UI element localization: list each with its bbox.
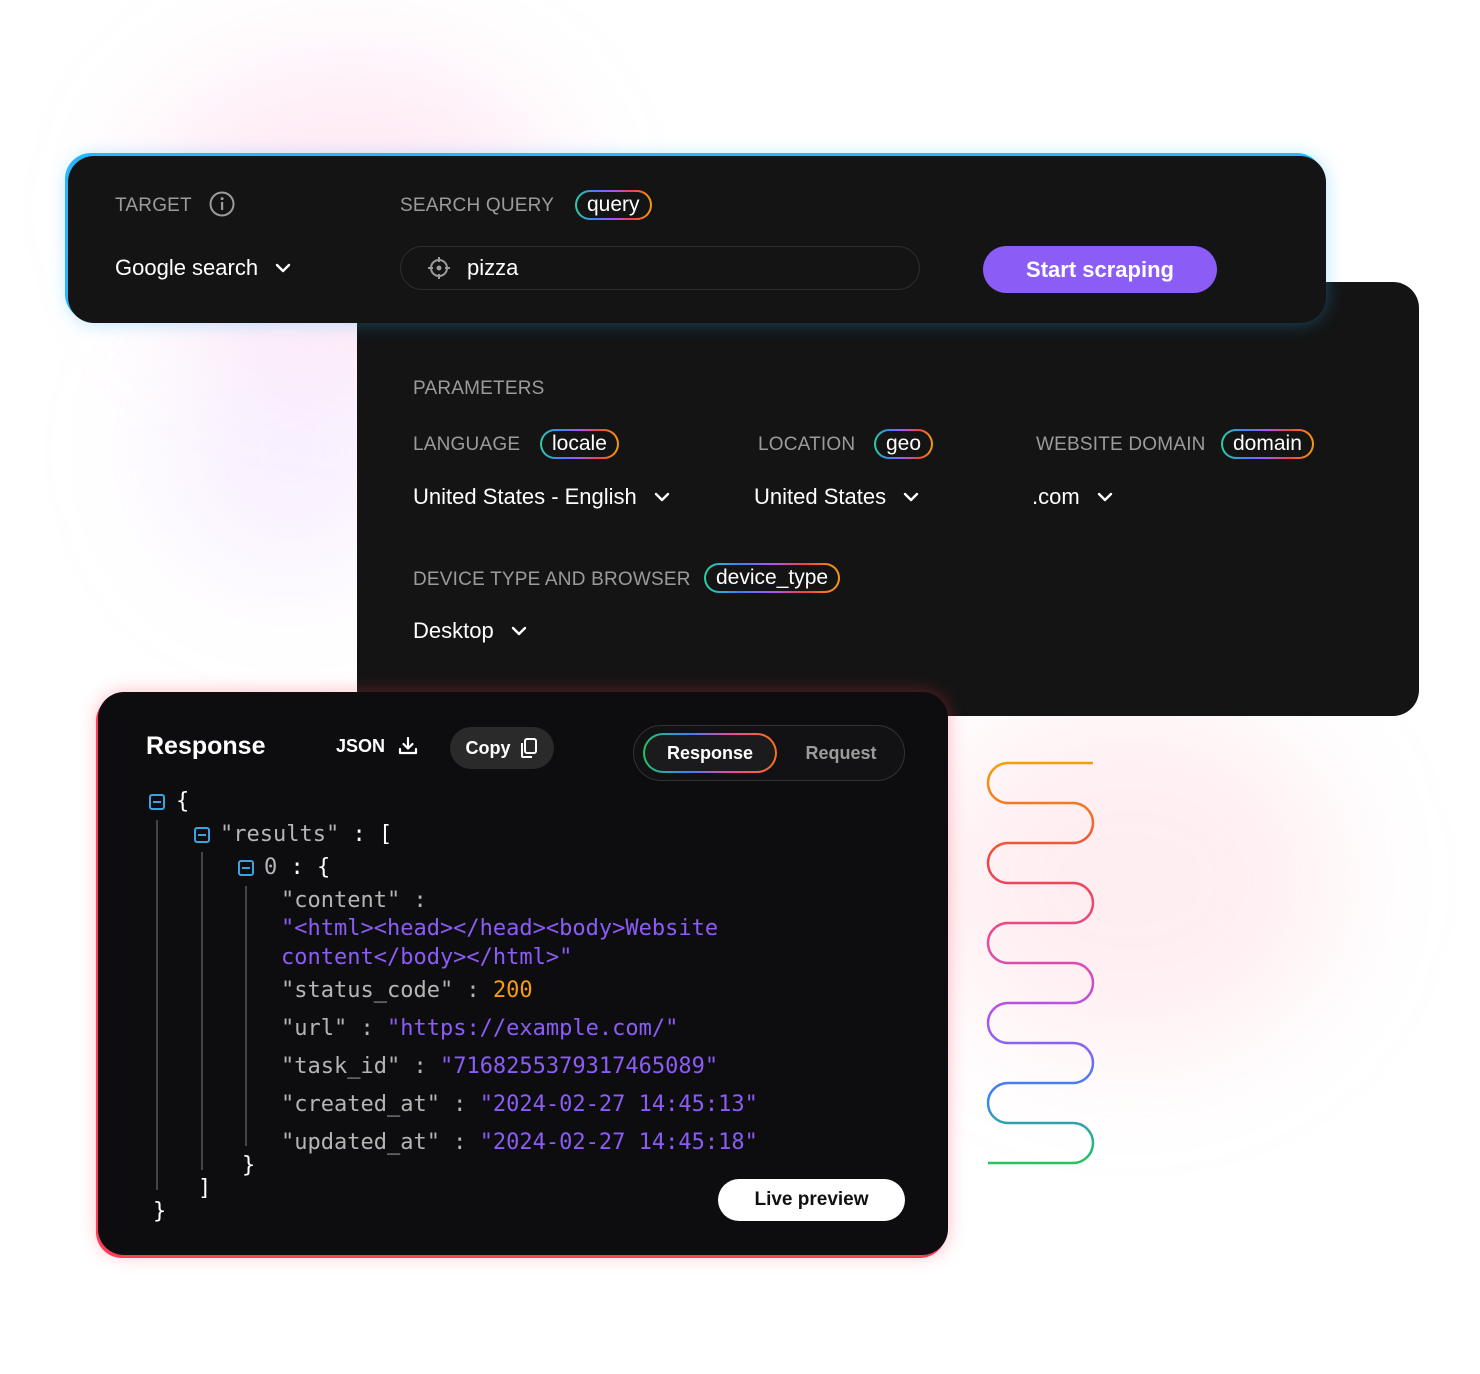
json-open-brace: { bbox=[176, 789, 190, 814]
json-close-root: } bbox=[153, 1199, 167, 1224]
chevron-down-icon bbox=[275, 263, 291, 273]
device-type-tag: device_type bbox=[704, 563, 840, 593]
gradient-squiggle-decoration bbox=[986, 761, 1095, 1165]
parameters-label: PARAMETERS bbox=[413, 378, 545, 399]
json-close-object: } bbox=[242, 1153, 256, 1178]
parameters-panel: PARAMETERS LANGUAGE locale United States… bbox=[357, 282, 1419, 716]
domain-tag: domain bbox=[1221, 429, 1314, 459]
download-icon bbox=[398, 736, 418, 755]
tree-guide-line bbox=[201, 852, 203, 1170]
json-task-row: "task_id" : "7168255379317465089" bbox=[281, 1054, 719, 1079]
domain-select[interactable]: .com bbox=[1032, 484, 1116, 510]
json-content-key: "content" : bbox=[281, 888, 427, 913]
location-value: United States bbox=[754, 484, 887, 509]
copy-label: Copy bbox=[465, 737, 511, 758]
target-label: TARGET bbox=[115, 195, 192, 216]
json-content-value-line1: "<html><head></head><body>Website bbox=[281, 916, 719, 941]
chevron-down-icon bbox=[1097, 492, 1112, 502]
json-index-key: 0 : { bbox=[264, 855, 331, 880]
target-select[interactable]: Google search bbox=[115, 255, 294, 281]
language-select[interactable]: United States - English bbox=[413, 484, 673, 510]
website-domain-label: WEBSITE DOMAIN bbox=[1036, 434, 1206, 455]
json-url-row: "url" : "https://example.com/" bbox=[281, 1016, 679, 1041]
language-value: United States - English bbox=[413, 484, 637, 509]
response-title: Response bbox=[146, 732, 266, 760]
device-label: DEVICE TYPE AND BROWSER bbox=[413, 569, 691, 590]
collapse-item-icon[interactable] bbox=[238, 860, 254, 876]
geo-tag: geo bbox=[874, 429, 933, 459]
json-content-value-line2: content</body></html>" bbox=[281, 945, 573, 970]
tree-guide-line bbox=[156, 820, 158, 1190]
copy-icon bbox=[520, 738, 537, 758]
location-label: LOCATION bbox=[758, 434, 856, 455]
search-input[interactable]: pizza bbox=[400, 246, 920, 290]
response-panel: Response JSON Copy Response Request { "r… bbox=[98, 692, 948, 1255]
location-select[interactable]: United States bbox=[754, 484, 922, 510]
language-label: LANGUAGE bbox=[413, 434, 521, 455]
json-status-row: "status_code" : 200 bbox=[281, 978, 533, 1003]
info-icon[interactable] bbox=[209, 191, 235, 217]
target-panel: TARGET Google search SEARCH QUERY query … bbox=[68, 156, 1326, 323]
json-label: JSON bbox=[336, 735, 386, 756]
chevron-down-icon bbox=[903, 492, 919, 502]
device-value: Desktop bbox=[413, 618, 494, 643]
crosshair-icon bbox=[428, 257, 450, 279]
search-query-label: SEARCH QUERY bbox=[400, 195, 555, 216]
copy-button[interactable]: Copy bbox=[450, 727, 554, 769]
json-download-button[interactable]: JSON bbox=[336, 735, 419, 757]
json-created-row: "created_at" : "2024-02-27 14:45:13" bbox=[281, 1092, 758, 1117]
search-value: pizza bbox=[467, 255, 519, 280]
device-select[interactable]: Desktop bbox=[413, 618, 530, 644]
tab-response[interactable]: Response bbox=[643, 733, 777, 773]
chevron-down-icon bbox=[511, 626, 526, 636]
response-request-toggle: Response Request bbox=[633, 725, 905, 781]
json-close-array: ] bbox=[198, 1176, 212, 1201]
collapse-results-icon[interactable] bbox=[194, 827, 210, 843]
json-results-key: "results" : [ bbox=[220, 822, 393, 847]
collapse-root-icon[interactable] bbox=[149, 794, 165, 810]
tree-guide-line bbox=[245, 886, 247, 1146]
json-updated-row: "updated_at" : "2024-02-27 14:45:18" bbox=[281, 1130, 758, 1155]
chevron-down-icon bbox=[654, 492, 669, 502]
target-value: Google search bbox=[115, 255, 259, 280]
start-scraping-button[interactable]: Start scraping bbox=[983, 246, 1217, 293]
domain-value: .com bbox=[1032, 484, 1080, 509]
locale-tag: locale bbox=[540, 429, 619, 459]
query-tag: query bbox=[575, 190, 652, 220]
tab-request[interactable]: Request bbox=[786, 733, 896, 773]
live-preview-button[interactable]: Live preview bbox=[718, 1179, 905, 1221]
